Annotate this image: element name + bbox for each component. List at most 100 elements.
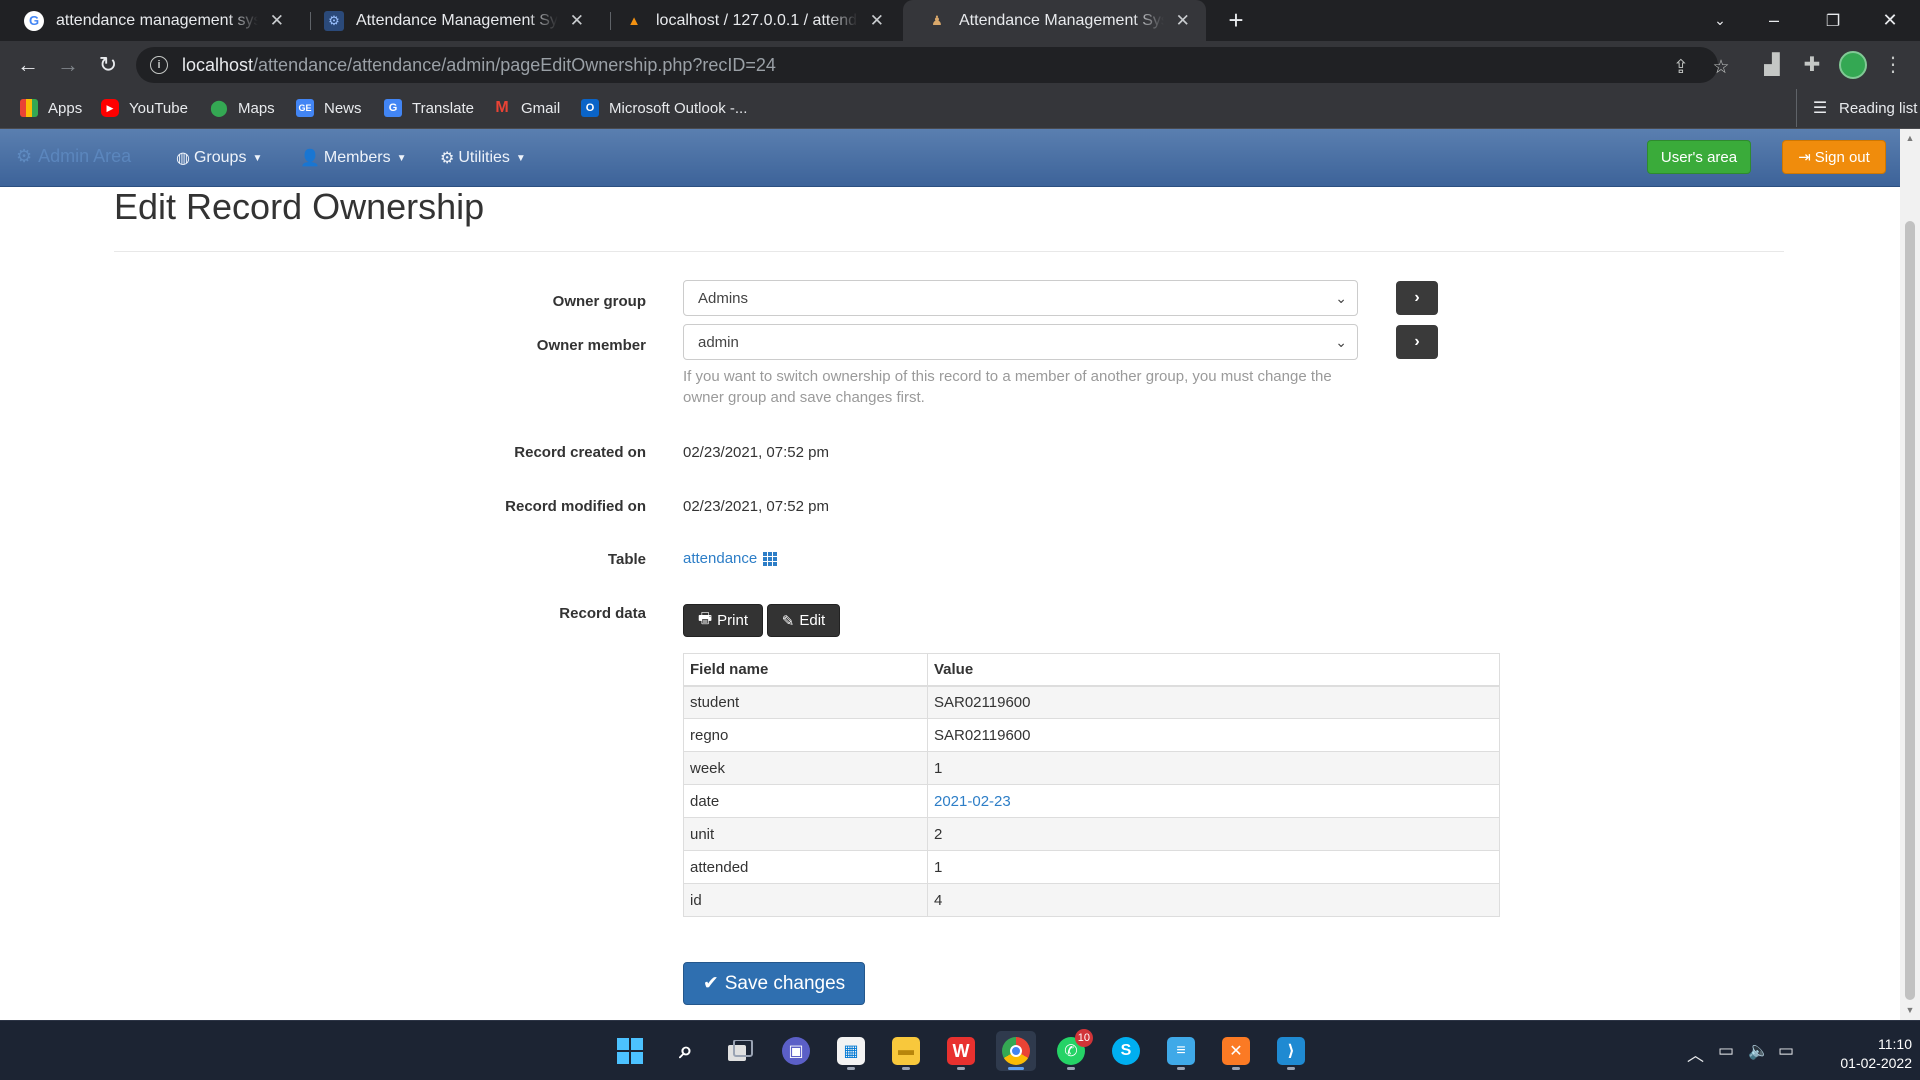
taskbar-file-explorer[interactable]: ▬ <box>886 1031 926 1071</box>
chat-icon: ▣ <box>782 1037 810 1065</box>
taskbar-wps-office[interactable]: W <box>941 1031 981 1071</box>
record-data-label: Record data <box>559 605 646 622</box>
taskbar-notepad[interactable]: ≡ <box>1161 1031 1201 1071</box>
translate-icon: G <box>384 99 402 117</box>
browser-tab-active[interactable]: ♟ Attendance Management System ✕ <box>903 0 1206 41</box>
app-icon: ⚙ <box>324 10 344 31</box>
taskbar-store[interactable]: ▦ <box>831 1031 871 1071</box>
address-bar[interactable]: i localhost/attendance/attendance/admin/… <box>136 47 1730 83</box>
nav-menu-utilities[interactable]: ⚙ Utilities ▼ <box>440 148 526 168</box>
save-changes-label: Save changes <box>724 972 846 994</box>
taskbar-teams-chat[interactable]: ▣ <box>776 1031 816 1071</box>
browser-tab[interactable]: G attendance management system ✕ <box>0 0 300 41</box>
title-divider <box>114 251 1784 252</box>
bookmark-label: Maps <box>238 99 275 117</box>
bookmark-translate[interactable]: G Translate <box>384 89 474 127</box>
running-indicator <box>847 1067 855 1070</box>
bookmark-star-icon[interactable]: ☆ <box>1710 56 1732 78</box>
print-button[interactable]: 🖶 Print <box>683 604 763 637</box>
caret-down-icon: ▼ <box>396 152 407 164</box>
nav-menu-members[interactable]: 👤 Members ▼ <box>300 148 407 168</box>
battery-icon[interactable]: ▭ <box>1778 1041 1794 1061</box>
edit-button-label: Edit <box>799 612 826 629</box>
speaker-icon[interactable]: 🔈 <box>1748 1041 1769 1061</box>
taskbar-vscode[interactable]: ⟩ <box>1271 1031 1311 1071</box>
browser-tab[interactable]: ▲ localhost / 127.0.0.1 / attendance ✕ <box>600 0 900 41</box>
browser-tab[interactable]: ⚙ Attendance Management System ✕ <box>300 0 600 41</box>
page-scrollbar[interactable]: ▲ ▼ <box>1900 129 1920 1020</box>
scrollbar-thumb[interactable] <box>1905 221 1915 1000</box>
table-row: regno SAR02119600 <box>683 718 1500 752</box>
bookmark-youtube[interactable]: ▶ YouTube <box>101 89 188 127</box>
minimize-icon[interactable]: – <box>1746 0 1802 41</box>
tab-title: localhost / 127.0.0.1 / attendance <box>656 11 858 29</box>
nav-menu-groups[interactable]: ◍ Groups ▼ <box>176 148 262 168</box>
new-tab-button[interactable]: + <box>1222 6 1250 34</box>
bookmark-maps[interactable]: ⬤ Maps <box>210 89 275 127</box>
table-row: student SAR02119600 <box>683 685 1500 719</box>
bookmark-news[interactable]: GE News <box>296 89 362 127</box>
taskbar-skype[interactable]: S <box>1106 1031 1146 1071</box>
value-cell: 1 <box>927 850 1500 884</box>
date-link-cell[interactable]: 2021-02-23 <box>927 784 1500 818</box>
taskbar-clock[interactable]: 11:10 01-02-2022 <box>1812 1035 1912 1073</box>
back-icon[interactable]: ← <box>12 49 44 81</box>
user-icon: 👤 <box>300 150 320 167</box>
scroll-up-icon[interactable]: ▲ <box>1905 133 1915 143</box>
reload-icon[interactable]: ↻ <box>92 49 124 81</box>
taskbar-xampp[interactable]: ✕ <box>1216 1031 1256 1071</box>
owner-group-value: Admins <box>698 289 749 307</box>
table-link[interactable]: attendance <box>683 550 778 567</box>
taskbar-search[interactable]: ⌕ <box>666 1031 706 1071</box>
extension-metrics-icon[interactable]: ▟ <box>1758 50 1786 78</box>
nav-menu-label: Utilities <box>458 149 510 166</box>
value-cell: 2 <box>927 817 1500 851</box>
forward-icon[interactable]: → <box>52 49 84 81</box>
record-created-value: 02/23/2021, 07:52 pm <box>683 444 829 461</box>
field-name-cell: id <box>683 883 928 917</box>
bookmark-apps[interactable]: Apps <box>20 89 82 127</box>
taskbar-whatsapp[interactable]: ✆ 10 <box>1051 1029 1093 1071</box>
close-icon[interactable]: ✕ <box>868 11 886 31</box>
edit-button[interactable]: ✎ Edit <box>767 604 840 637</box>
checkmark-icon: ✔ <box>702 973 719 994</box>
bookmarks-bar: Apps ▶ YouTube ⬤ Maps GE News G Translat… <box>0 89 1920 129</box>
nav-menu-label: Members <box>323 149 391 166</box>
close-icon[interactable]: ✕ <box>268 11 286 31</box>
bookmark-outlook[interactable]: O Microsoft Outlook -... <box>581 89 747 127</box>
users-area-button[interactable]: User's area <box>1647 140 1751 174</box>
profile-avatar[interactable] <box>1839 51 1867 79</box>
running-indicator <box>1067 1067 1075 1070</box>
save-changes-button[interactable]: ✔ Save changes <box>683 962 865 1005</box>
search-icon: ⌕ <box>679 1037 693 1064</box>
running-indicator <box>1008 1067 1024 1070</box>
field-name-cell: attended <box>683 850 928 884</box>
reading-list-button[interactable]: ☰ Reading list <box>1796 89 1917 127</box>
close-window-icon[interactable]: ✕ <box>1862 0 1918 41</box>
start-button[interactable] <box>610 1031 650 1071</box>
tab-search-icon[interactable]: ⌄ <box>1692 0 1748 41</box>
gear-icon: ⚙ <box>16 146 33 166</box>
value-cell: 1 <box>927 751 1500 785</box>
owner-member-select[interactable]: admin ⌄ <box>683 324 1358 360</box>
taskbar-task-view[interactable] <box>721 1031 761 1071</box>
bookmark-gmail[interactable]: M Gmail <box>493 89 560 127</box>
owner-member-label: Owner member <box>536 337 646 354</box>
table-grid-icon <box>763 551 778 566</box>
menu-kebab-icon[interactable]: ⋮ <box>1879 50 1907 78</box>
taskbar-chrome[interactable] <box>996 1031 1036 1071</box>
chevron-up-icon[interactable]: ︿ <box>1687 1041 1704 1066</box>
admin-brand-link[interactable]: ⚙ Admin Area <box>16 146 131 167</box>
extensions-puzzle-icon[interactable]: ✚ <box>1798 50 1826 78</box>
restore-icon[interactable]: ❐ <box>1805 0 1861 41</box>
display-icon[interactable]: ▭ <box>1718 1041 1734 1061</box>
sign-out-button[interactable]: ⇥ Sign out <box>1782 140 1886 174</box>
site-info-icon[interactable]: i <box>150 56 168 74</box>
owner-member-go-button[interactable]: › <box>1396 325 1438 359</box>
owner-group-select[interactable]: Admins ⌄ <box>683 280 1358 316</box>
owner-group-go-button[interactable]: › <box>1396 281 1438 315</box>
scroll-down-icon[interactable]: ▼ <box>1905 1005 1915 1015</box>
share-icon[interactable]: ⇪ <box>1670 56 1692 78</box>
close-icon[interactable]: ✕ <box>1174 11 1192 31</box>
close-icon[interactable]: ✕ <box>568 11 586 31</box>
